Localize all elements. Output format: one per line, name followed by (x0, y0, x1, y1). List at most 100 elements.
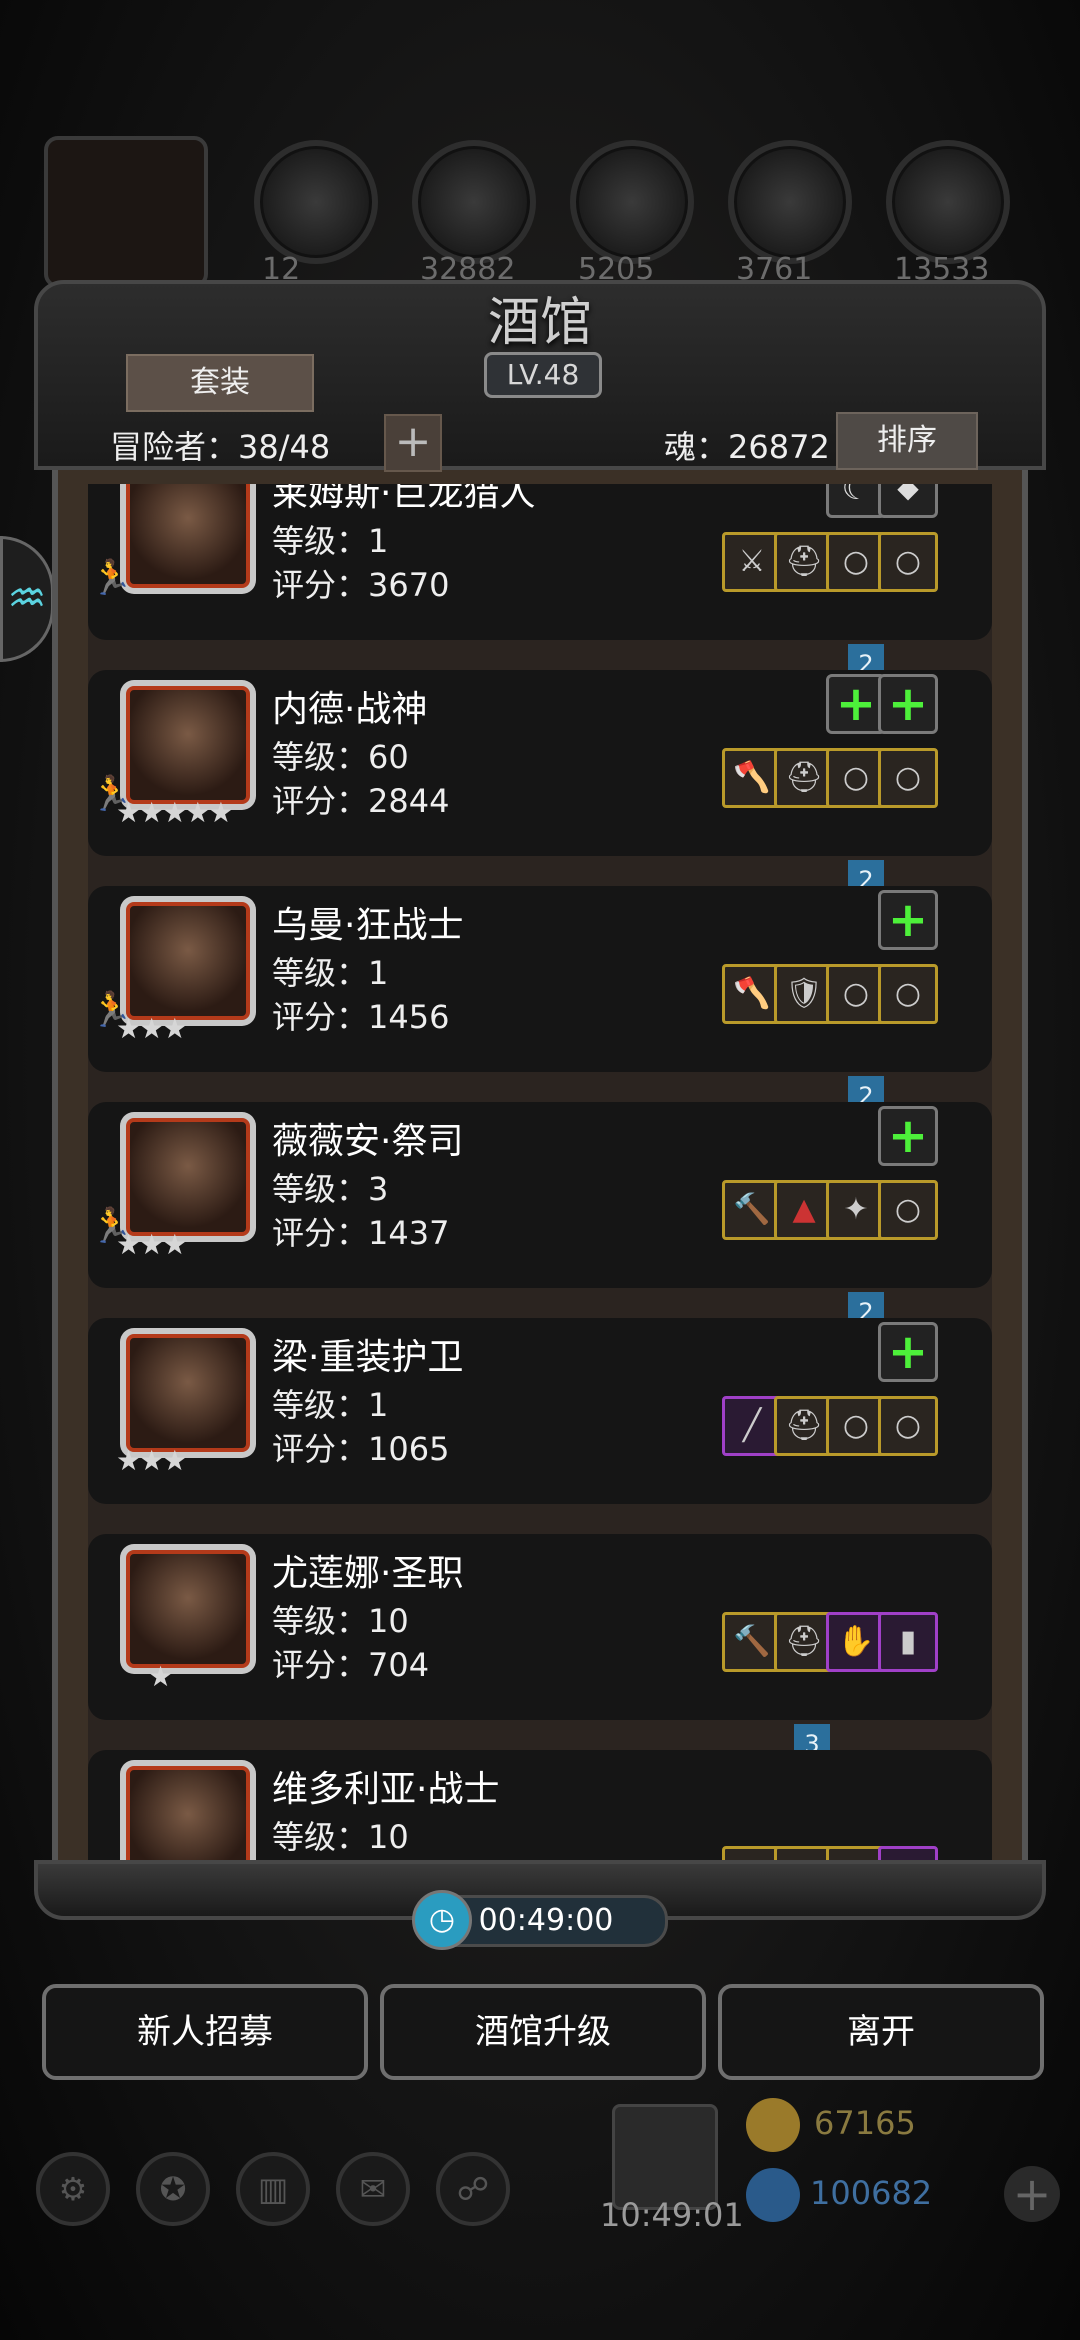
hero-portrait[interactable] (120, 896, 256, 1026)
armor-slot-icon[interactable]: 🛡 (774, 964, 834, 1024)
hero-row[interactable]: ★ 尤莲娜·圣职 等级：10 评分：704 🔨 ⛑ ✋ ▮ (88, 1534, 992, 1720)
recruit-button[interactable]: 新人招募 (42, 1984, 368, 2080)
star-rating: ★★★ (116, 1012, 187, 1045)
weapon-slot-icon[interactable]: ⚔ (722, 532, 782, 592)
handshake-icon[interactable]: ☍ (436, 2152, 510, 2226)
hero-name: 尤莲娜·圣职 (272, 1553, 464, 1594)
helmet-slot-icon[interactable]: ⛑ (774, 1612, 834, 1672)
runner-icon: 🏃 (90, 558, 133, 598)
hero-row[interactable]: ★★★ 梁·重装护卫 等级：1 评分：1065 + ╱ ⛑ ○ ○ (88, 1318, 992, 1504)
hero-row[interactable]: 🏃 莱姆斯·巨龙猎人 等级：1 评分：3670 ☾ ◆ ⚔ ⛑ ○ ○ (88, 484, 992, 640)
axe-slot-icon[interactable]: 🪓 (722, 748, 782, 808)
stone-charm-icon[interactable]: ◆ (878, 484, 938, 518)
hero-portrait[interactable] (120, 680, 256, 810)
hero-level: 等级：1 (272, 954, 389, 992)
hero-score: 评分：704 (272, 1646, 430, 1684)
badge-icon[interactable]: ✪ (136, 2152, 210, 2226)
hero-level: 等级：60 (272, 738, 409, 776)
hero-name: 乌曼·狂战士 (272, 905, 464, 946)
meat-resource-icon (254, 140, 378, 264)
upgrade-tavern-button[interactable]: 酒馆升级 (380, 1984, 706, 2080)
gem-amount: 100682 (810, 2174, 933, 2212)
hero-name: 梁·重装护卫 (272, 1337, 464, 1378)
hero-level: 等级：1 (272, 1386, 389, 1424)
hero-name: 维多利亚·战士 (272, 1769, 500, 1810)
add-charm-icon[interactable]: + (826, 674, 886, 734)
hammer-slot-icon[interactable]: 🔨 (722, 1180, 782, 1240)
add-charm-icon[interactable]: + (878, 674, 938, 734)
hero-portrait[interactable] (120, 1112, 256, 1242)
hero-level: 等级：1 (272, 522, 389, 560)
ring-slot-icon[interactable]: ○ (826, 964, 886, 1024)
ring-slot-icon[interactable]: ○ (878, 748, 938, 808)
gold-amount: 67165 (814, 2104, 916, 2142)
ring-slot-icon[interactable]: ○ (826, 1396, 886, 1456)
ring-slot-icon[interactable]: ○ (826, 748, 886, 808)
building-icon[interactable]: ▥ (236, 2152, 310, 2226)
hero-list[interactable]: 🏃 莱姆斯·巨龙猎人 等级：1 评分：3670 ☾ ◆ ⚔ ⛑ ○ ○ 2 🏃 … (88, 484, 992, 1868)
ring-slot-icon[interactable]: ○ (878, 1396, 938, 1456)
gold-icon (746, 2098, 800, 2152)
star-rating: ★★★ (116, 1444, 187, 1477)
star-rating: ★★★ (116, 1228, 187, 1261)
hero-portrait[interactable] (120, 1760, 256, 1868)
panel-title: 酒馆 (487, 293, 592, 353)
hero-level: 等级：10 (272, 1818, 409, 1856)
wood-resource-icon (412, 140, 536, 264)
ring-slot-icon[interactable]: ○ (878, 964, 938, 1024)
add-charm-icon[interactable]: + (878, 890, 938, 950)
hero-portrait[interactable] (120, 1328, 256, 1458)
gem-icon (746, 2168, 800, 2222)
hammer-slot-icon[interactable]: 🔨 (722, 1612, 782, 1672)
hero-row[interactable]: 🏃 ★★★ 乌曼·狂战士 等级：1 评分：1456 + 🪓 🛡 ○ ○ (88, 886, 992, 1072)
player-avatar[interactable] (44, 136, 208, 288)
add-charm-icon[interactable]: + (878, 1322, 938, 1382)
hero-row[interactable]: 🏃 ★★★ 薇薇安·祭司 等级：3 评分：1437 + 🔨 ▲ ✦ ○ (88, 1102, 992, 1288)
hero-level: 等级：3 (272, 1170, 389, 1208)
helmet-slot-icon[interactable]: ⛑ (774, 1396, 834, 1456)
gift-timer: 10:49:01 (600, 2196, 744, 2234)
helmet-slot-icon[interactable]: ⛑ (774, 748, 834, 808)
hero-portrait[interactable] (120, 484, 256, 594)
boots-slot-icon[interactable]: ▮ (878, 1612, 938, 1672)
hero-score: 评分：3670 (272, 566, 450, 604)
hero-name: 薇薇安·祭司 (272, 1121, 464, 1162)
sort-button[interactable]: 排序 (836, 412, 978, 470)
ring-slot-icon[interactable]: ○ (878, 532, 938, 592)
axe-slot-icon[interactable]: 🪓 (722, 964, 782, 1024)
add-slot-button[interactable]: + (384, 414, 442, 472)
gauntlet-slot-icon[interactable]: ✋ (826, 1612, 886, 1672)
hero-score: 评分：2844 (272, 782, 450, 820)
hero-row[interactable]: 🏃 ★★★★★ 内德·战神 等级：60 评分：2844 + + 🪓 ⛑ ○ ○ (88, 670, 992, 856)
hero-name: 内德·战神 (272, 689, 428, 730)
hero-row[interactable]: 维多利亚·战士 等级：10 (88, 1750, 992, 1868)
ring-slot-icon[interactable]: ○ (826, 532, 886, 592)
stone-resource-icon (886, 140, 1010, 264)
helmet-slot-icon[interactable]: ⛑ (774, 532, 834, 592)
hero-score: 评分：1065 (272, 1430, 450, 1468)
sword-slot-icon[interactable]: ╱ (722, 1396, 782, 1456)
hero-level: 等级：10 (272, 1602, 409, 1640)
mail-icon[interactable]: ✉ (336, 2152, 410, 2226)
hero-score: 评分：1437 (272, 1214, 450, 1252)
amulet-slot-icon[interactable]: ✦ (826, 1180, 886, 1240)
add-charm-icon[interactable]: + (878, 1106, 938, 1166)
hero-name: 莱姆斯·巨龙猎人 (272, 484, 536, 514)
set-button[interactable]: 套装 (126, 354, 314, 412)
iron-resource-icon (570, 140, 694, 264)
star-rating: ★★★★★ (116, 796, 234, 829)
hero-portrait[interactable] (120, 1544, 256, 1674)
gift-box-icon[interactable] (612, 2104, 718, 2210)
leave-button[interactable]: 离开 (718, 1984, 1044, 2080)
tavern-panel: 酒馆 LV.48 套装 冒险者：38/48 + 魂：26872 排序 🏃 莱姆斯… (34, 280, 1046, 1920)
clock-icon: ◷ (412, 1890, 472, 1950)
robe-slot-icon[interactable]: ▲ (774, 1180, 834, 1240)
soul-count: 魂：26872 (664, 428, 830, 466)
ring-slot-icon[interactable]: ○ (878, 1180, 938, 1240)
add-currency-button[interactable]: + (1004, 2166, 1060, 2222)
tavern-level-badge: LV.48 (484, 352, 602, 398)
settings-icon[interactable]: ⚙ (36, 2152, 110, 2226)
moon-charm-icon[interactable]: ☾ (826, 484, 886, 518)
star-rating: ★ (148, 1660, 173, 1693)
crystal-resource-icon (728, 140, 852, 264)
